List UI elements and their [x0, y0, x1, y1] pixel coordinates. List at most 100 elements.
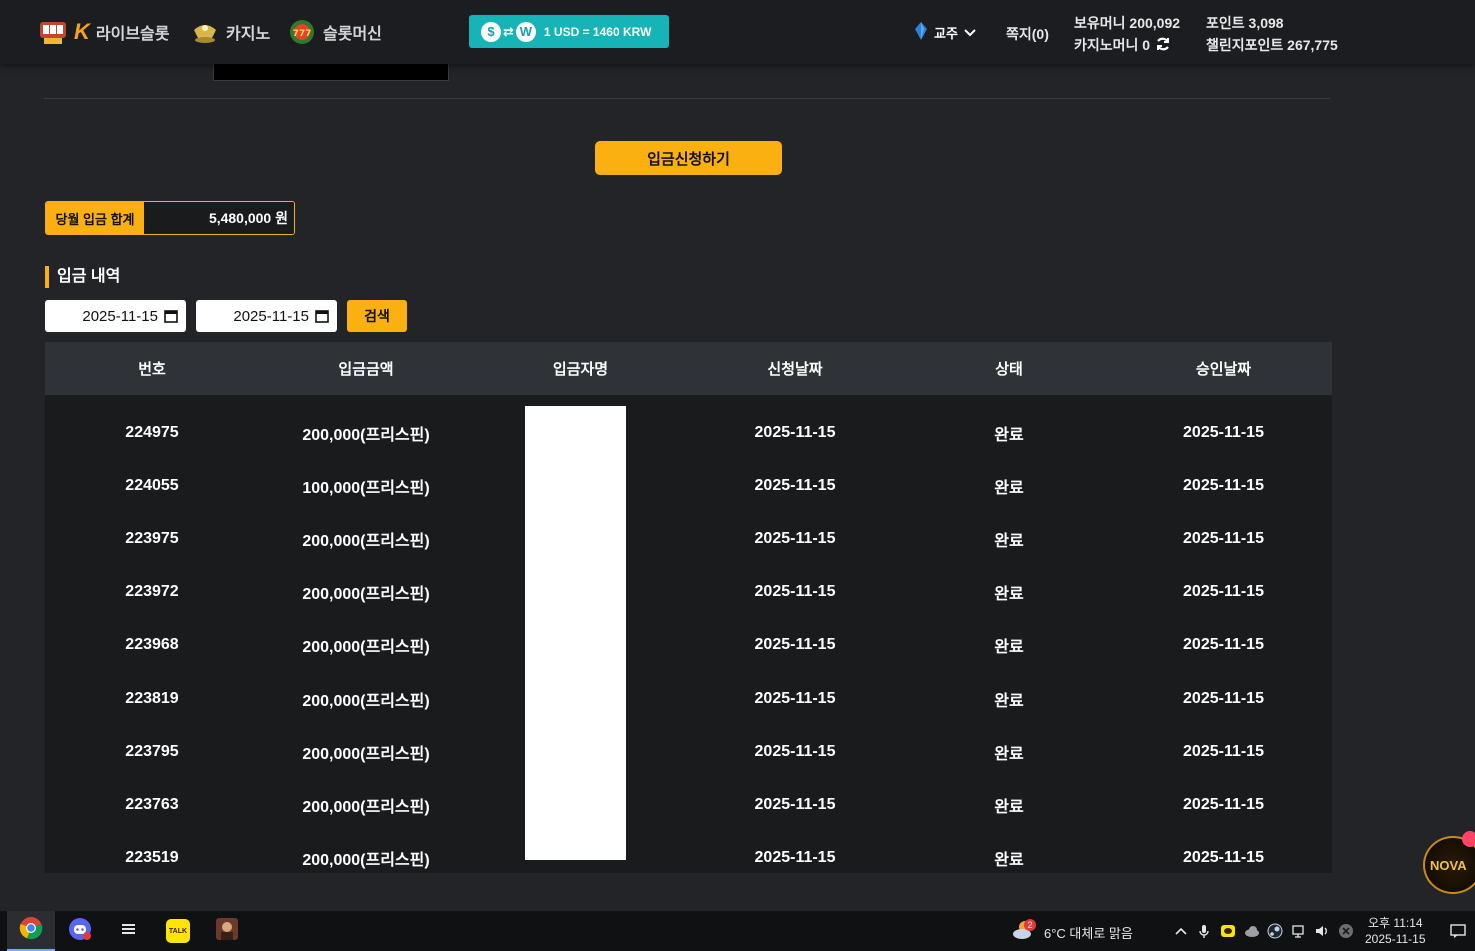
table-row: 223968 200,000(프리스핀) 2025-11-15 완료 2025-…: [45, 619, 1332, 672]
cell-approved-date: 2025-11-15: [1183, 795, 1264, 813]
calendar-icon[interactable]: [315, 309, 329, 323]
table-row: 223975 200,000(프리스핀) 2025-11-15 완료 2025-…: [45, 512, 1332, 565]
cell-number: 223795: [125, 742, 179, 760]
nav-label: 카지노: [226, 26, 271, 43]
table-row: 223763 200,000(프리스핀) 2025-11-15 완료 2025-…: [45, 778, 1332, 831]
cell-amount: 200,000(프리스핀): [302, 692, 430, 710]
nav-casino[interactable]: 카지노: [190, 18, 270, 46]
search-button[interactable]: 검색: [347, 300, 407, 332]
user-menu[interactable]: 교주: [914, 22, 976, 43]
cut-off-field: [213, 64, 449, 81]
username: 교주: [934, 26, 958, 41]
date-from-value: 2025-11-15: [82, 307, 158, 325]
cell-status: 완료: [994, 426, 1024, 444]
won-coin-icon: W: [515, 21, 536, 42]
cell-status: 완료: [994, 692, 1024, 710]
column-header: 번호: [138, 361, 166, 378]
taskbar-discord[interactable]: [56, 911, 104, 951]
refresh-icon[interactable]: [1155, 36, 1171, 55]
kakaotalk-label: TALK: [168, 927, 188, 935]
close-circle-icon[interactable]: [1338, 923, 1354, 939]
column-header: 신청날짜: [767, 361, 823, 378]
cell-number: 223819: [125, 689, 179, 707]
discord-icon: [68, 917, 92, 946]
cell-status: 완료: [994, 586, 1024, 604]
weather-badge: 2: [1024, 919, 1036, 931]
clock-time[interactable]: 오후 11:14: [1368, 914, 1423, 931]
column-header: 승인날짜: [1195, 361, 1252, 378]
exchange-rate-badge[interactable]: $ ⇄ W 1 USD = 1460 KRW: [469, 15, 669, 48]
notification-icon[interactable]: [1450, 923, 1466, 939]
cell-amount: 200,000(프리스핀): [302, 426, 430, 444]
cell-number: 223972: [125, 583, 179, 601]
table-header: 번호 입금금액 입금자명 신청날짜 상태 승인날짜: [45, 342, 1332, 395]
casino-money: 카지노머니 0: [1074, 37, 1151, 53]
deposit-apply-button[interactable]: 입금신청하기: [595, 141, 782, 175]
column-header: 입금금액: [338, 361, 394, 378]
chrome-icon: [19, 916, 43, 945]
table-body: 224975 200,000(프리스핀) 2025-11-15 완료 2025-…: [45, 395, 1332, 885]
notification-dot: [1462, 831, 1475, 847]
top-header: K 라이브슬롯 카지노 777 슬롯머신 $ ⇄ W 1 USD = 1460 …: [0, 0, 1475, 64]
network-icon[interactable]: [1291, 923, 1307, 939]
kakaotalk-icon: TALK: [166, 919, 190, 943]
messages-link[interactable]: 쪽지(0): [1006, 24, 1049, 44]
cloud-icon[interactable]: [1244, 923, 1260, 939]
k-logo-icon: K: [74, 19, 90, 44]
dollar-coin-icon: $: [481, 21, 501, 42]
cell-amount: 200,000(프리스핀): [302, 798, 430, 816]
cell-amount: 200,000(프리스핀): [302, 586, 430, 604]
microphone-icon[interactable]: [1196, 923, 1212, 939]
casino-money-row: 카지노머니 0: [1074, 35, 1171, 55]
balance-money: 보유머니 200,092: [1074, 15, 1181, 31]
slot-777-icon: 777: [287, 18, 317, 46]
cell-approved-date: 2025-11-15: [1183, 742, 1264, 760]
taskbar-app[interactable]: [105, 911, 153, 951]
cell-number: 223519: [125, 849, 179, 867]
date-to-value: 2025-11-15: [233, 307, 309, 325]
clock-date[interactable]: 2025-11-15: [1365, 932, 1426, 946]
cell-amount: 200,000(프리스핀): [302, 852, 430, 870]
section-title: 입금 내역: [45, 266, 120, 288]
steam-icon[interactable]: [1267, 923, 1283, 939]
cell-amount: 200,000(프리스핀): [302, 532, 430, 550]
cell-status: 완료: [994, 852, 1024, 870]
os-taskbar: TALK 2 6°C 대체로 맑음 오후 11:14 2025-11-15: [0, 911, 1475, 951]
cell-number: 223975: [125, 529, 179, 547]
chevron-down-icon: [964, 25, 976, 41]
game-icon: [215, 917, 239, 946]
cell-applied-date: 2025-11-15: [754, 742, 836, 760]
volume-icon[interactable]: [1314, 923, 1330, 939]
nav-slot-machine[interactable]: 777 슬롯머신: [287, 18, 382, 46]
table-row: 223519 200,000(프리스핀) 2025-11-15 완료 2025-…: [45, 832, 1332, 885]
cell-applied-date: 2025-11-15: [754, 689, 836, 707]
nav-live-slot[interactable]: K 라이브슬롯: [38, 18, 170, 46]
cell-status: 완료: [994, 639, 1024, 657]
cell-status: 완료: [994, 532, 1024, 550]
points: 포인트 3,098: [1206, 15, 1284, 31]
monthly-deposit-total: 당월 입금 합계 5,480,000 원: [45, 201, 295, 235]
taskbar-chrome[interactable]: [7, 911, 55, 951]
cell-approved-date: 2025-11-15: [1183, 849, 1264, 867]
cell-approved-date: 2025-11-15: [1183, 423, 1264, 441]
cell-approved-date: 2025-11-15: [1183, 636, 1264, 654]
cell-applied-date: 2025-11-15: [754, 636, 836, 654]
taskbar-game[interactable]: [203, 911, 251, 951]
date-from-input[interactable]: 2025-11-15: [45, 300, 186, 332]
date-to-input[interactable]: 2025-11-15: [196, 300, 337, 332]
nav-label: 라이브슬롯: [95, 26, 170, 43]
chevron-up-icon[interactable]: [1173, 923, 1189, 939]
cell-number: 223763: [125, 795, 179, 813]
deposit-history-table: 번호 입금금액 입금자명 신청날짜 상태 승인날짜 224975 200,000…: [45, 342, 1332, 873]
level-gem-icon: [914, 22, 928, 43]
app-icon: [119, 919, 139, 944]
cell-status: 완료: [994, 745, 1024, 763]
calendar-icon[interactable]: [164, 309, 178, 323]
cell-number: 224055: [125, 476, 179, 494]
taskbar-kakaotalk[interactable]: TALK: [154, 911, 202, 951]
table-row: 223972 200,000(프리스핀) 2025-11-15 완료 2025-…: [45, 566, 1332, 619]
cell-status: 완료: [994, 479, 1024, 497]
kakaotalk-tray-icon[interactable]: [1220, 923, 1236, 939]
cell-approved-date: 2025-11-15: [1183, 529, 1264, 547]
weather-text[interactable]: 6°C 대체로 맑음: [1044, 923, 1133, 942]
